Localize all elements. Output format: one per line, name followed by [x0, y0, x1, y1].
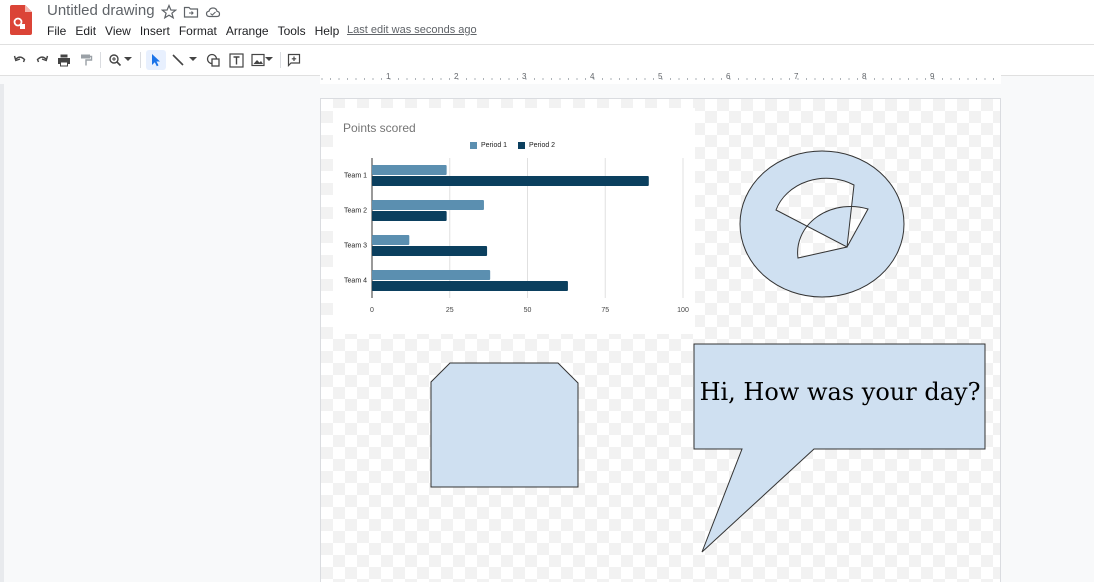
menu-view[interactable]: View: [105, 24, 136, 38]
ruler-label: 4: [590, 72, 595, 81]
bar-period-2: [372, 211, 447, 221]
x-tick-label: 100: [677, 307, 689, 314]
bar-period-2: [372, 176, 649, 186]
toolbar-divider: [280, 52, 281, 68]
toolbar-divider: [100, 52, 101, 68]
print-icon[interactable]: [55, 51, 73, 69]
comment-icon[interactable]: [285, 51, 303, 69]
speech-bubble-text[interactable]: Hi, How was your day?: [694, 378, 986, 406]
shape-icon[interactable]: [204, 51, 222, 69]
ruler-label: 8: [862, 72, 867, 81]
menu-edit[interactable]: Edit: [75, 24, 101, 38]
bar-period-2: [372, 281, 568, 291]
menu-file[interactable]: File: [47, 24, 71, 38]
menu-bar: File Edit View Insert Format Arrange Too…: [47, 24, 348, 38]
cloud-status-icon[interactable]: [205, 4, 221, 20]
title-bar: Untitled drawing File Edit View Insert F…: [0, 0, 1094, 44]
x-tick-label: 75: [601, 307, 609, 314]
speech-bubble-shape[interactable]: [692, 343, 988, 555]
paint-format-icon[interactable]: [77, 51, 95, 69]
x-tick-label: 25: [446, 307, 454, 314]
ruler-label: 1: [386, 72, 391, 81]
x-tick-label: 0: [370, 307, 374, 314]
bar-period-1: [372, 235, 410, 245]
ruler-label: 7: [794, 72, 799, 81]
bar-period-1: [372, 200, 484, 210]
ruler-label: 9: [930, 72, 935, 81]
star-icon[interactable]: [161, 4, 177, 20]
document-title[interactable]: Untitled drawing: [47, 2, 155, 19]
vertical-ruler: [0, 84, 4, 582]
menu-tools[interactable]: Tools: [278, 24, 311, 38]
last-edit-link[interactable]: Last edit was seconds ago: [347, 24, 477, 36]
menu-help[interactable]: Help: [315, 24, 345, 38]
ruler-label: 5: [658, 72, 663, 81]
move-folder-icon[interactable]: [183, 4, 199, 20]
bar-period-2: [372, 246, 488, 256]
bar-period-1: [372, 270, 491, 280]
toolbar-divider: [140, 52, 141, 68]
x-tick-label: 50: [524, 307, 532, 314]
line-dropdown-icon[interactable]: [187, 51, 199, 69]
y-tick-label: Team 2: [344, 208, 367, 215]
prohibition-shape[interactable]: [738, 150, 908, 302]
textbox-icon[interactable]: [227, 51, 245, 69]
horizontal-ruler: 1 2 3 4 5 6 7 8 9: [320, 72, 1001, 84]
image-dropdown-icon[interactable]: [263, 51, 275, 69]
redo-icon[interactable]: [33, 51, 51, 69]
menu-insert[interactable]: Insert: [140, 24, 175, 38]
drawings-logo-icon[interactable]: [10, 5, 32, 35]
menu-arrange[interactable]: Arrange: [226, 24, 274, 38]
ruler-label: 2: [454, 72, 459, 81]
menu-format[interactable]: Format: [179, 24, 222, 38]
snipped-rectangle-shape[interactable]: [430, 362, 580, 489]
bar-period-1: [372, 165, 447, 175]
undo-icon[interactable]: [11, 51, 29, 69]
ruler-label: 6: [726, 72, 731, 81]
line-icon[interactable]: [169, 51, 187, 69]
ruler-label: 3: [522, 72, 527, 81]
embedded-chart[interactable]: Points scored Period 1 Period 2 0 25 50 75 1…: [333, 108, 695, 334]
bar-chart: 0 25 50 75 100 Team 1 Team 2 Team 3 Team 4: [344, 158, 689, 314]
y-tick-label: Team 4: [344, 278, 367, 285]
zoom-dropdown-icon[interactable]: [122, 51, 134, 69]
y-tick-label: Team 3: [344, 243, 367, 250]
y-tick-label: Team 1: [344, 173, 367, 180]
select-icon[interactable]: [146, 50, 166, 70]
